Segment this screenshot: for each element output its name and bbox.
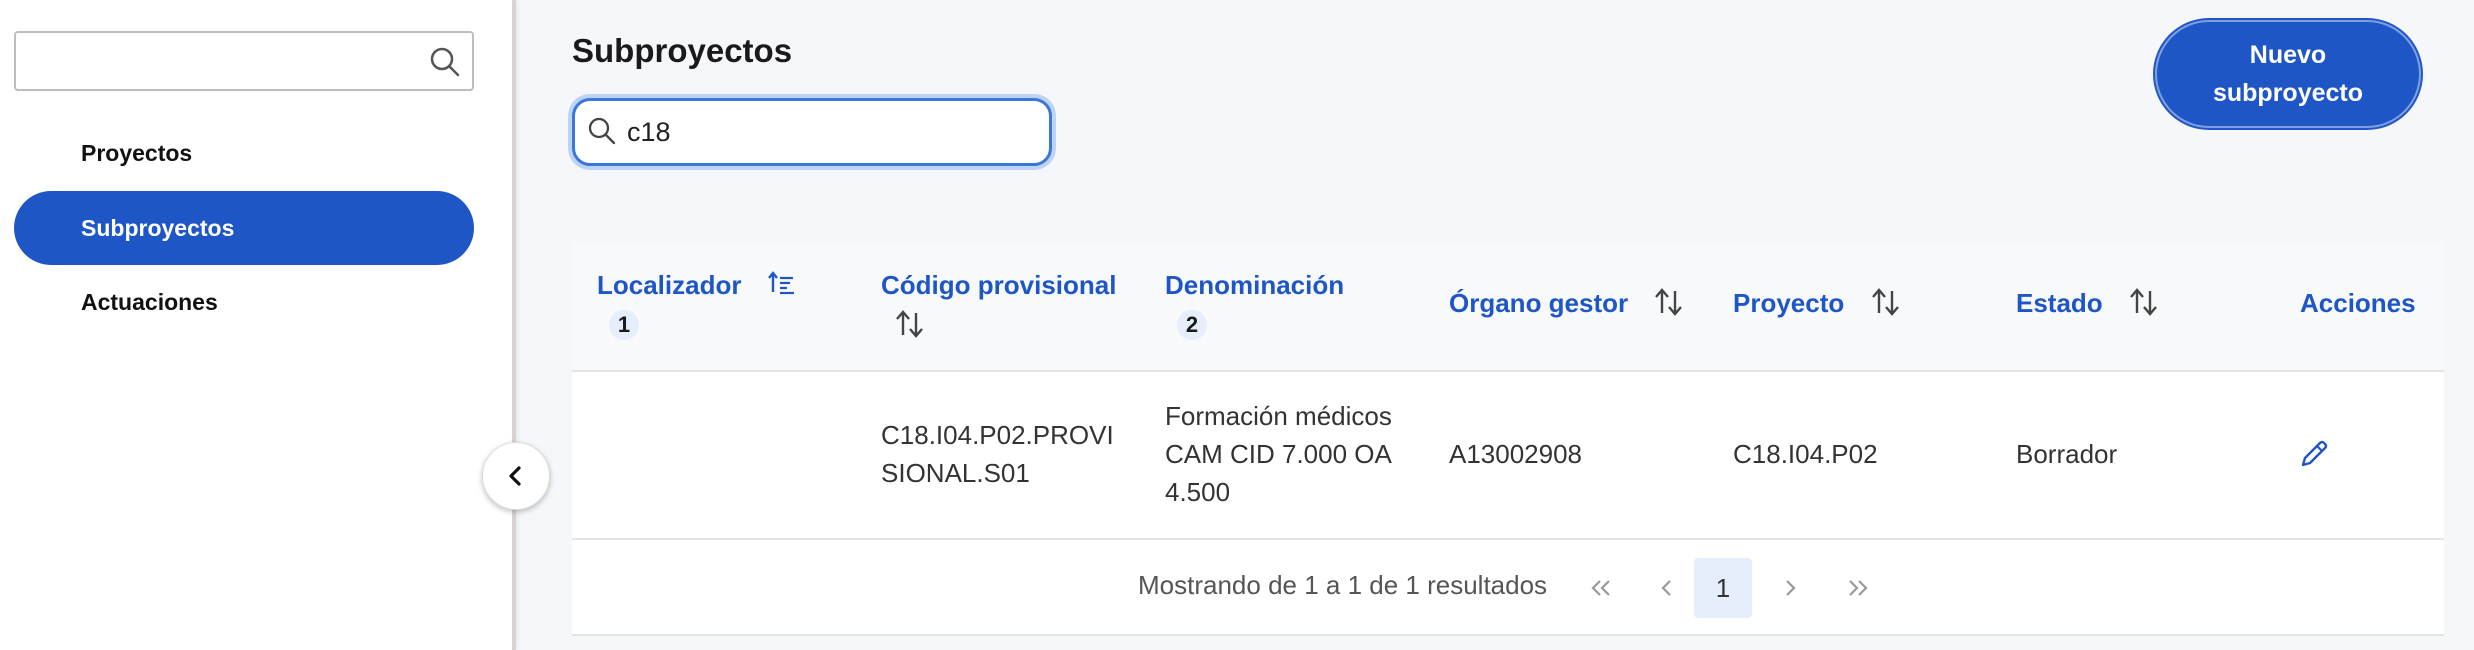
- column-label: Localizador: [597, 270, 742, 300]
- table-pagination: Mostrando de 1 a 1 de 1 resultados 1: [572, 542, 2444, 636]
- app: Proyectos Subproyectos Actuaciones Subpr…: [0, 0, 2474, 650]
- cell-text-line: CAM CID 7.000 OA: [1165, 439, 1392, 469]
- sort-order-badge: 1: [609, 310, 639, 340]
- column-header-proyecto[interactable]: Proyecto: [1733, 288, 1902, 319]
- sidebar-item-actuaciones[interactable]: Actuaciones: [14, 265, 474, 339]
- page-button-current[interactable]: 1: [1694, 558, 1752, 618]
- collapse-sidebar-button[interactable]: [482, 442, 550, 510]
- sidebar-search-input[interactable]: [16, 33, 472, 89]
- main-search-input[interactable]: [575, 101, 1049, 163]
- pencil-icon[interactable]: [2298, 438, 2330, 470]
- column-label: Denominación: [1165, 270, 1345, 300]
- search-icon[interactable]: [428, 45, 462, 79]
- cell-text-line: SIONAL.S01: [881, 458, 1030, 488]
- sidebar: Proyectos Subproyectos Actuaciones: [0, 0, 516, 650]
- sort-order-badge: 2: [1177, 310, 1207, 340]
- sidebar-search-box: [14, 31, 474, 91]
- sort-icon[interactable]: [1870, 286, 1902, 318]
- column-header-localizador[interactable]: Localizador: [597, 270, 797, 301]
- chevron-right-icon: [1786, 580, 1796, 596]
- cell-organo-gestor: A13002908: [1449, 439, 1583, 469]
- last-page-button[interactable]: [1829, 558, 1887, 618]
- table-header: Localizador 1 Código provisional Denomin…: [572, 242, 2444, 372]
- cell-text-line: Formación médicos: [1165, 401, 1392, 431]
- first-page-button[interactable]: [1572, 558, 1630, 618]
- sort-ascending-icon[interactable]: [767, 270, 797, 298]
- next-page-button[interactable]: [1761, 558, 1819, 618]
- column-label: Acciones: [2300, 288, 2416, 318]
- column-label: Órgano gestor: [1449, 288, 1629, 318]
- previous-page-button[interactable]: [1638, 558, 1696, 618]
- cell-text-line: 4.500: [1165, 477, 1231, 507]
- chevron-left-icon: [1661, 580, 1671, 596]
- table-row: C18.I04.P02.PROVI SIONAL.S01 Formación m…: [572, 372, 2444, 540]
- chevron-left-icon: [509, 466, 521, 486]
- sort-icon[interactable]: [894, 308, 926, 340]
- results-summary: Mostrando de 1 a 1 de 1 resultados: [1138, 570, 1548, 600]
- cell-denominacion: Formación médicos CAM CID 7.000 OA 4.500: [1165, 397, 1392, 511]
- cell-estado: Borrador: [2016, 439, 2118, 469]
- double-chevron-right-icon: [1849, 580, 1868, 596]
- sort-icon[interactable]: [1653, 286, 1685, 318]
- cell-codigo-provisional: C18.I04.P02.PROVI SIONAL.S01: [881, 416, 1114, 492]
- new-subproject-button[interactable]: Nuevo subproyecto: [2155, 20, 2421, 128]
- search-icon: [588, 117, 616, 145]
- page-title: Subproyectos: [572, 32, 793, 69]
- column-label: Estado: [2016, 288, 2103, 318]
- double-chevron-left-icon: [1591, 580, 1610, 596]
- column-header-organo-gestor[interactable]: Órgano gestor: [1449, 288, 1685, 319]
- main-search-box: [572, 98, 1052, 166]
- column-label: Proyecto: [1733, 288, 1845, 318]
- sidebar-item-proyectos[interactable]: Proyectos: [14, 116, 474, 190]
- cell-text-line: C18.I04.P02.PROVI: [881, 420, 1114, 450]
- column-header-codigo-provisional[interactable]: Código provisional: [881, 270, 1116, 301]
- sort-icon[interactable]: [2128, 286, 2160, 318]
- column-header-estado[interactable]: Estado: [2016, 288, 2160, 319]
- column-header-acciones: Acciones: [2300, 288, 2416, 319]
- column-label: Código provisional: [881, 270, 1117, 300]
- sidebar-item-subproyectos[interactable]: Subproyectos: [14, 191, 474, 265]
- column-header-denominacion[interactable]: Denominación: [1165, 270, 1344, 301]
- subprojects-table: Localizador 1 Código provisional Denomin…: [572, 242, 2444, 636]
- cell-proyecto: C18.I04.P02: [1733, 439, 1878, 469]
